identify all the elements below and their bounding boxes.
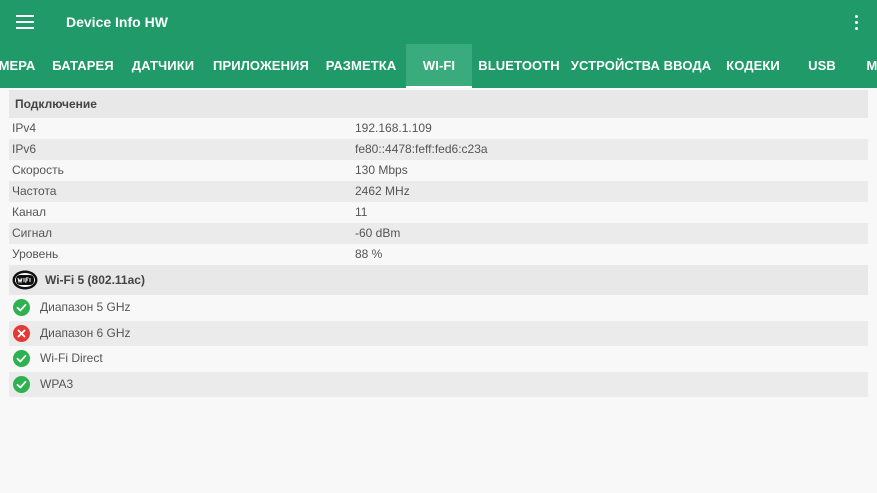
info-row-ipv6: IPv6 fe80::4478:feff:fed6:c23a — [9, 139, 868, 160]
tab-apps[interactable]: ПРИЛОЖЕНИЯ — [210, 44, 312, 88]
wifi-content: Подключение IPv4 192.168.1.109 IPv6 fe80… — [9, 90, 868, 397]
info-row-level: Уровень 88 % — [9, 244, 868, 265]
row-value: 130 Mbps — [355, 163, 408, 177]
tab-bar: МЕРА БАТАРЕЯ ДАТЧИКИ ПРИЛОЖЕНИЯ РАЗМЕТКА… — [0, 44, 877, 88]
connection-header: Подключение — [9, 90, 868, 118]
tab-input-devices[interactable]: УСТРОЙСТВА ВВОДА — [570, 44, 712, 88]
row-label: Сигнал — [12, 226, 53, 240]
row-value: 192.168.1.109 — [355, 121, 432, 135]
feature-label: WPA3 — [40, 376, 74, 391]
app-bar: Device Info HW МЕРА БАТАРЕЯ ДАТЧИКИ ПРИЛ… — [0, 0, 877, 88]
wifi-standard-title: Wi-Fi 5 (802.11ac) — [45, 273, 145, 287]
tab-bluetooth[interactable]: BLUETOOTH — [478, 44, 560, 88]
check-circle-icon — [13, 350, 30, 367]
wifi-standard-header: Wi-Fi 5 (802.11ac) — [9, 265, 868, 295]
row-value: 88 % — [355, 247, 383, 261]
tab-layout[interactable]: РАЗМЕТКА — [322, 44, 400, 88]
tab-battery[interactable]: БАТАРЕЯ — [50, 44, 116, 88]
check-circle-icon — [13, 299, 30, 316]
row-label: IPv4 — [12, 121, 37, 135]
feature-label: Диапазон 6 GHz — [40, 325, 131, 340]
info-row-ipv4: IPv4 192.168.1.109 — [9, 118, 868, 139]
row-value: 2462 MHz — [355, 184, 410, 198]
row-label: Уровень — [12, 247, 59, 261]
feature-row-wpa3: WPA3 — [9, 371, 868, 397]
feature-row-6ghz: Диапазон 6 GHz — [9, 320, 868, 346]
app-title: Device Info HW — [66, 14, 168, 30]
menu-icon[interactable] — [16, 13, 36, 31]
feature-label: Wi-Fi Direct — [40, 351, 103, 365]
check-circle-icon — [13, 375, 30, 393]
row-label: Частота — [12, 184, 57, 198]
tab-camera[interactable]: МЕРА — [0, 44, 38, 88]
info-row-signal: Сигнал -60 dBm — [9, 223, 868, 244]
feature-row-5ghz: Диапазон 5 GHz — [9, 295, 868, 321]
info-row-channel: Канал 11 — [9, 202, 868, 223]
more-vert-icon[interactable] — [850, 13, 862, 31]
tab-sensors[interactable]: ДАТЧИКИ — [128, 44, 198, 88]
wifi-certified-icon — [12, 270, 38, 290]
row-label: Скорость — [12, 163, 64, 177]
tab-more[interactable]: М — [862, 44, 877, 88]
row-label: IPv6 — [12, 142, 37, 156]
tab-codecs[interactable]: КОДЕКИ — [722, 44, 784, 88]
info-row-speed: Скорость 130 Mbps — [9, 160, 868, 181]
row-value: -60 dBm — [355, 226, 401, 240]
cross-circle-icon — [13, 324, 30, 342]
feature-row-wifi-direct: Wi-Fi Direct — [9, 346, 868, 372]
feature-label: Диапазон 5 GHz — [40, 300, 131, 314]
info-row-frequency: Частота 2462 MHz — [9, 181, 868, 202]
tab-usb[interactable]: USB — [800, 44, 844, 88]
row-label: Канал — [12, 205, 46, 219]
tab-wifi[interactable]: WI-FI — [406, 44, 472, 88]
row-value: 11 — [355, 205, 368, 219]
row-value: fe80::4478:feff:fed6:c23a — [355, 142, 488, 156]
